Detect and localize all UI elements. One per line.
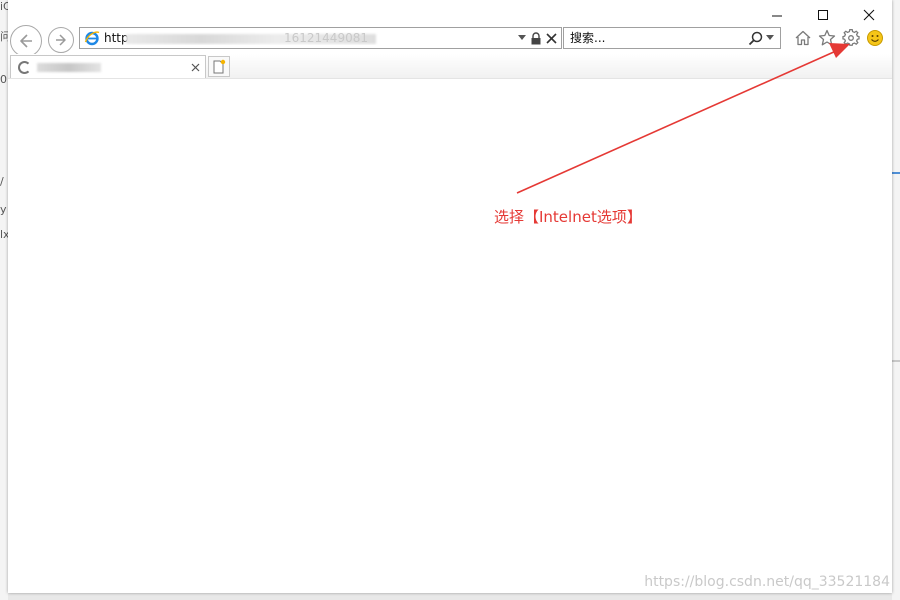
close-icon <box>863 9 875 21</box>
bg-accent-line <box>892 172 900 174</box>
bg-fragment: y <box>0 203 7 216</box>
address-bar[interactable]: http 16121449081 <box>79 27 562 49</box>
background-window-right <box>892 0 900 600</box>
tab-close-button[interactable] <box>187 59 203 75</box>
url-text: http 16121449081 <box>104 31 518 45</box>
command-icons <box>793 28 885 48</box>
background-window-left: iC 问 0 / y lx <box>0 0 11 600</box>
url-visible-suffix: 16121449081 <box>284 31 368 45</box>
address-dropdown-icon[interactable] <box>518 35 526 41</box>
forward-button[interactable] <box>48 27 74 53</box>
maximize-icon <box>818 10 828 20</box>
minimize-icon <box>772 15 782 17</box>
address-controls <box>518 31 557 45</box>
bg-fragment: 0 <box>0 73 7 86</box>
dropdown-chevron-icon <box>766 35 774 40</box>
watermark: https://blog.csdn.net/qq_33521184 <box>644 574 890 590</box>
back-button[interactable] <box>10 25 42 57</box>
favorites-star-icon <box>818 29 836 46</box>
feedback-button[interactable] <box>865 28 885 48</box>
tab-title <box>37 60 187 74</box>
tools-gear-button[interactable] <box>841 28 861 48</box>
navigation-bar: http 16121449081 <box>8 24 892 57</box>
tab-title-redacted-blur <box>37 63 101 72</box>
smiley-feedback-icon <box>867 30 883 46</box>
loading-spinner-icon <box>18 60 31 74</box>
home-icon <box>795 30 811 46</box>
search-bar[interactable] <box>563 27 781 49</box>
back-arrow-icon <box>20 34 32 48</box>
forward-arrow-icon <box>56 34 66 46</box>
url-visible-prefix: http <box>104 31 129 45</box>
search-button[interactable] <box>748 31 774 46</box>
tab-active[interactable] <box>10 55 206 78</box>
tab-close-icon <box>191 63 199 71</box>
new-tab-button[interactable] <box>208 56 230 77</box>
stop-icon[interactable] <box>546 32 557 44</box>
bg-fragment: / <box>0 175 4 188</box>
lock-icon[interactable] <box>530 31 542 45</box>
gear-icon <box>842 29 860 46</box>
search-input[interactable] <box>564 31 748 45</box>
new-tab-icon <box>213 59 226 74</box>
favorites-button[interactable] <box>817 28 837 48</box>
ie-logo-icon <box>84 31 100 46</box>
tab-strip <box>8 54 892 79</box>
ie-browser-window: http 16121449081 <box>8 0 892 593</box>
page-content-area <box>8 79 892 593</box>
annotation-label: 选择【Intelnet选项】 <box>494 208 642 226</box>
background-window-bottom <box>8 592 892 600</box>
search-icon <box>748 31 763 45</box>
home-button[interactable] <box>793 28 813 48</box>
bg-divider <box>892 360 900 362</box>
